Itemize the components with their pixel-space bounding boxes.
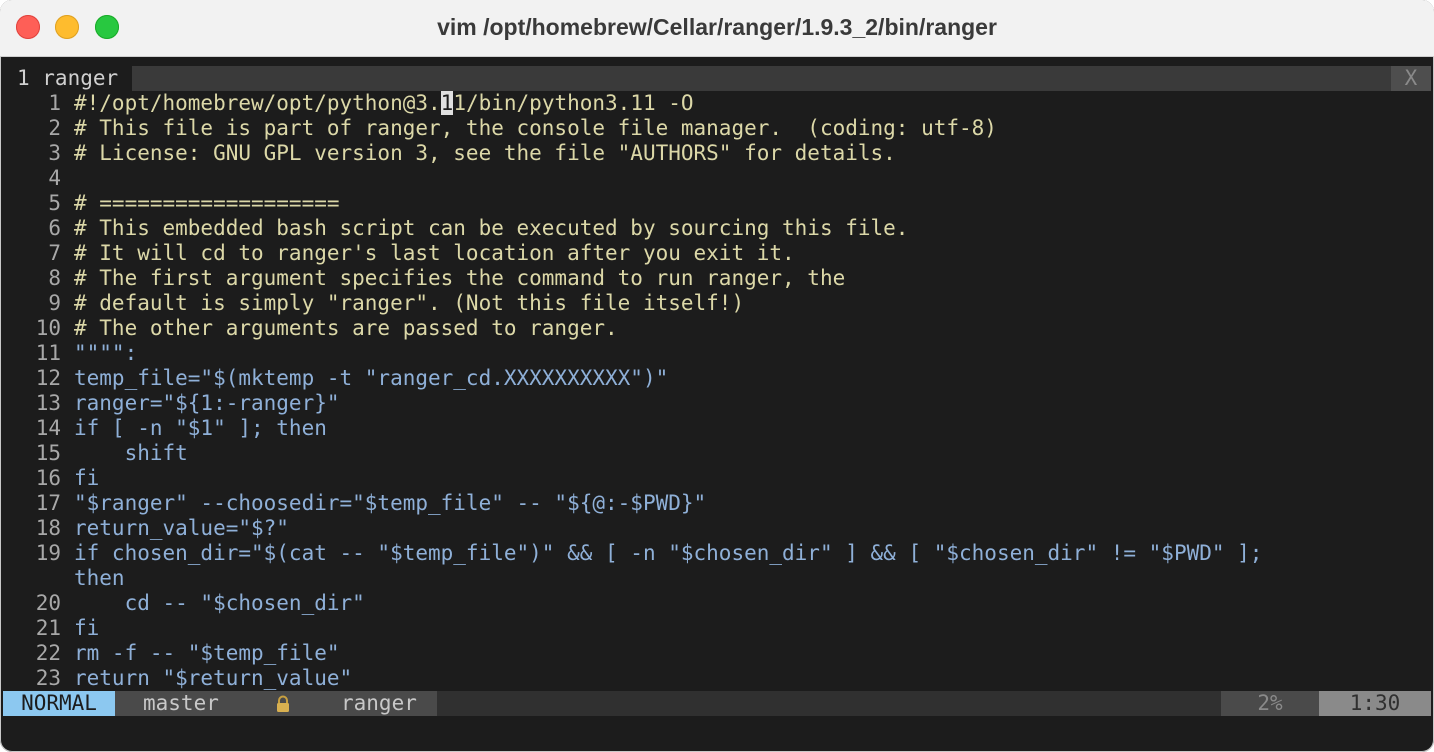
line-number: 22 — [35, 641, 61, 665]
line-number: 12 — [35, 366, 61, 390]
code-line[interactable]: 17 "$ranger" --choosedir="$temp_file" -- … — [3, 491, 1431, 516]
line-text: # License: GNU GPL version 3, see the fi… — [74, 141, 896, 165]
line-number: 2 — [48, 116, 61, 140]
line-text: # The first argument specifies the comma… — [74, 266, 846, 290]
line-text: if chosen_dir="$(cat -- "$temp_file")" &… — [74, 541, 1263, 565]
git-branch: master — [143, 691, 219, 715]
line-text: rm -f -- "$temp_file" — [74, 641, 340, 665]
line-text: #!/opt/homebrew/opt/python@3. — [74, 91, 441, 115]
code-line[interactable]: 2 # This file is part of ranger, the cons… — [3, 116, 1431, 141]
code-line[interactable]: 13 ranger="${1:-ranger}" — [3, 391, 1431, 416]
line-number: 8 — [48, 266, 61, 290]
line-text: if [ -n "$1" ]; then — [74, 416, 327, 440]
line-text: ranger="${1:-ranger}" — [74, 391, 340, 415]
line-text: # It will cd to ranger's last location a… — [74, 241, 795, 265]
line-number: 5 — [48, 191, 61, 215]
line-number: 11 — [35, 341, 61, 365]
line-text: fi — [74, 616, 100, 640]
line-number: 19 — [35, 541, 61, 565]
line-number: 23 — [35, 666, 61, 690]
code-line[interactable]: 4 — [3, 166, 1431, 191]
tab-ranger[interactable]: 1 ranger — [3, 66, 133, 91]
code-line[interactable]: 14 if [ -n "$1" ]; then — [3, 416, 1431, 441]
mode-indicator: NORMAL — [3, 691, 115, 716]
code-line[interactable]: 10 # The other arguments are passed to ra… — [3, 316, 1431, 341]
code-line[interactable]: 18 return_value="$?" — [3, 516, 1431, 541]
vim-window: vim /opt/homebrew/Cellar/ranger/1.9.3_2/… — [0, 0, 1434, 752]
line-text: return "$return_value" — [74, 666, 353, 690]
scroll-percent: 2% — [1221, 691, 1319, 716]
code-line[interactable]: then — [3, 566, 1431, 591]
text-cursor: 1 — [440, 91, 454, 115]
code-buffer[interactable]: 1 #!/opt/homebrew/opt/python@3.11/bin/pyt… — [3, 91, 1431, 691]
line-text: "$ranger" --choosedir="$temp_file" -- "$… — [74, 491, 707, 515]
line-number: 20 — [35, 591, 61, 615]
line-text: 1/bin/python3.11 -O — [453, 91, 694, 115]
code-line[interactable]: 19 if chosen_dir="$(cat -- "$temp_file")"… — [3, 541, 1431, 566]
code-line[interactable]: 23 return "$return_value" — [3, 666, 1431, 691]
line-text: then — [74, 566, 125, 590]
status-line: NORMAL master ranger 2% 1:30 — [3, 691, 1431, 716]
line-text: # The other arguments are passed to rang… — [74, 316, 618, 340]
code-line[interactable]: 16 fi — [3, 466, 1431, 491]
line-number: 6 — [48, 216, 61, 240]
lock-icon — [277, 695, 289, 712]
line-text: # This file is part of ranger, the conso… — [74, 116, 997, 140]
window-title: vim /opt/homebrew/Cellar/ranger/1.9.3_2/… — [437, 14, 997, 40]
line-text: fi — [74, 466, 100, 490]
code-line[interactable]: 5 # =================== — [3, 191, 1431, 216]
code-line[interactable]: 22 rm -f -- "$temp_file" — [3, 641, 1431, 666]
line-number: 4 — [48, 166, 61, 190]
line-text: # default is simply "ranger". (Not this … — [74, 291, 745, 315]
code-line[interactable]: 12 temp_file="$(mktemp -t "ranger_cd.XXXX… — [3, 366, 1431, 391]
line-number: 9 — [48, 291, 61, 315]
command-line[interactable] — [3, 716, 1431, 740]
tab-line: 1 ranger X — [3, 66, 1431, 91]
line-number: 10 — [35, 316, 61, 340]
code-line[interactable]: 21 fi — [3, 616, 1431, 641]
line-text: shift — [74, 441, 188, 465]
code-line[interactable]: 7 # It will cd to ranger's last location … — [3, 241, 1431, 266]
line-text: cd -- "$chosen_dir" — [74, 591, 365, 615]
line-number: 15 — [35, 441, 61, 465]
line-text: # =================== — [74, 191, 340, 215]
code-line[interactable]: 8 # The first argument specifies the comm… — [3, 266, 1431, 291]
git-branch-segment: master ranger — [115, 691, 437, 716]
line-number: 1 — [48, 91, 61, 115]
line-number: 18 — [35, 516, 61, 540]
code-line[interactable]: 11 """": — [3, 341, 1431, 366]
cursor-position: 1:30 — [1319, 691, 1431, 716]
line-number: 14 — [35, 416, 61, 440]
terminal-area[interactable]: 1 ranger X 1 #!/opt/homebrew/opt/python@3… — [3, 64, 1431, 740]
line-number: 13 — [35, 391, 61, 415]
code-line[interactable]: 15 shift — [3, 441, 1431, 466]
file-name: ranger — [341, 691, 417, 715]
code-line[interactable]: 3 # License: GNU GPL version 3, see the f… — [3, 141, 1431, 166]
line-number: 21 — [35, 616, 61, 640]
tab-close-button[interactable]: X — [1391, 66, 1431, 91]
title-bar: vim /opt/homebrew/Cellar/ranger/1.9.3_2/… — [0, 0, 1434, 57]
line-text: # This embedded bash script can be execu… — [74, 216, 909, 240]
code-line[interactable]: 1 #!/opt/homebrew/opt/python@3.11/bin/pyt… — [3, 91, 1431, 116]
code-line[interactable]: 9 # default is simply "ranger". (Not this… — [3, 291, 1431, 316]
line-number: 7 — [48, 241, 61, 265]
line-number: 3 — [48, 141, 61, 165]
code-line[interactable]: 20 cd -- "$chosen_dir" — [3, 591, 1431, 616]
code-line[interactable]: 6 # This embedded bash script can be exec… — [3, 216, 1431, 241]
line-number: 16 — [35, 466, 61, 490]
line-number: 17 — [35, 491, 61, 515]
line-text: return_value="$?" — [74, 516, 289, 540]
line-text: """": — [74, 341, 138, 365]
line-text: temp_file="$(mktemp -t "ranger_cd.XXXXXX… — [74, 366, 669, 390]
